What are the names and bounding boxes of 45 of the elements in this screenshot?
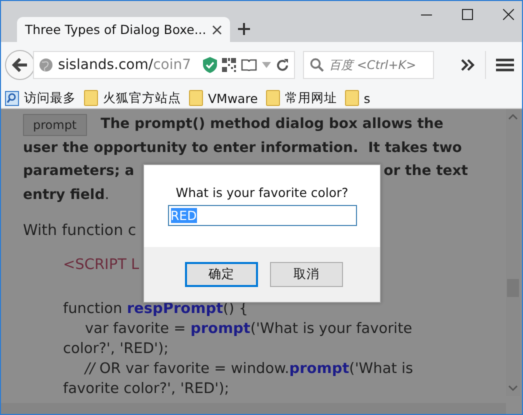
- bookmark-item[interactable]: 常用网址: [266, 90, 337, 106]
- reload-icon[interactable]: [276, 58, 289, 72]
- intro-text: With function c: [23, 221, 136, 239]
- folder-icon: [84, 90, 98, 106]
- plus-icon[interactable]: [238, 23, 250, 35]
- address-bar[interactable]: sislands.com/coin7: [33, 51, 295, 79]
- menu-icon[interactable]: [496, 58, 514, 72]
- bookmark-item[interactable]: VMware: [189, 90, 258, 106]
- code-line: var favorite = prompt('What is your favorite: [85, 321, 412, 337]
- code-line: <SCRIPT L: [63, 257, 140, 273]
- back-button[interactable]: [5, 50, 35, 80]
- bookmark-item[interactable]: 火狐官方站点: [84, 90, 181, 106]
- back-arrow-icon: [12, 58, 28, 72]
- horizontal-scrollbar[interactable]: [1, 403, 506, 414]
- book-icon[interactable]: [241, 59, 257, 71]
- code-line: color?', 'RED');: [63, 341, 169, 357]
- bookmark-item[interactable]: 访问最多: [5, 90, 76, 106]
- globe-icon: [39, 58, 53, 72]
- paragraph-text: parameters; a: [23, 162, 134, 181]
- bookmark-item[interactable]: s: [344, 90, 370, 106]
- qr-code-icon[interactable]: [222, 58, 236, 72]
- code-line: // OR var favorite = window.prompt('What is: [85, 361, 414, 377]
- dialog-button[interactable]: 确定: [185, 262, 258, 287]
- magnifier-icon: [5, 90, 19, 106]
- close-icon[interactable]: [503, 9, 514, 20]
- dialog-button[interactable]: 取消: [270, 262, 343, 287]
- maximize-icon[interactable]: [462, 9, 473, 20]
- paragraph-line: user the opportunity to enter information. It takes two: [23, 140, 462, 156]
- browser-tab[interactable]: Three Types of Dialog Boxe...: [17, 17, 230, 42]
- search-field[interactable]: 百度 <Ctrl+K>: [303, 51, 434, 79]
- tab-title: Three Types of Dialog Boxe...: [25, 22, 206, 37]
- folder-icon: [189, 90, 203, 106]
- code-line: favorite color?', 'RED');: [63, 381, 230, 397]
- close-icon[interactable]: [212, 24, 222, 34]
- url-text: sislands.com/coin7: [58, 57, 192, 73]
- paragraph-line: entry field.: [23, 186, 110, 202]
- shield-icon[interactable]: [203, 57, 217, 73]
- folder-icon: [266, 90, 280, 106]
- dialog-message: What is your favorite color?: [176, 185, 348, 200]
- prompt-button[interactable]: prompt: [23, 114, 87, 136]
- chevrons-icon[interactable]: [461, 59, 475, 71]
- paragraph-line: The prompt() method dialog box allows the: [100, 115, 444, 134]
- paragraph-text: or the text: [384, 162, 468, 181]
- folder-icon: [344, 90, 359, 106]
- search-icon: [310, 58, 324, 72]
